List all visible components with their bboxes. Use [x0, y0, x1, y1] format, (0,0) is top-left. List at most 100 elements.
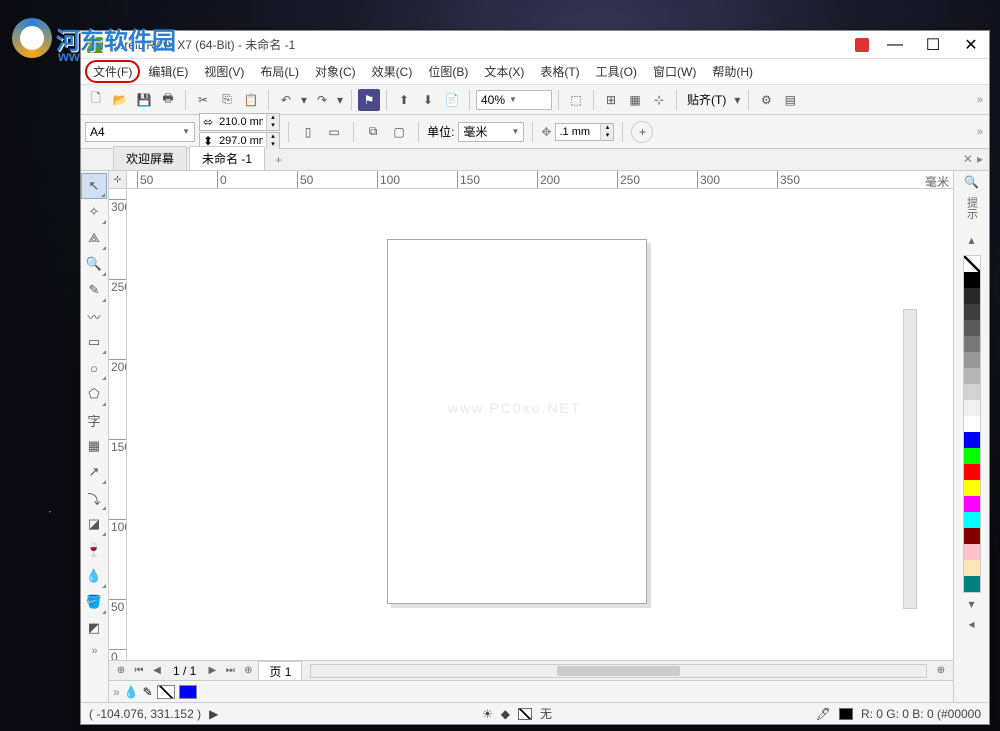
- page-size-combo[interactable]: A4▼: [85, 122, 195, 142]
- tab-document[interactable]: 未命名 -1: [189, 146, 265, 170]
- user-account-icon[interactable]: [855, 38, 869, 52]
- landscape-button[interactable]: ▭: [323, 121, 345, 143]
- copy-button[interactable]: ⎘: [216, 89, 238, 111]
- toolbar-overflow[interactable]: »: [977, 94, 983, 106]
- pick-tool[interactable]: ↖: [81, 173, 107, 199]
- menu-effects[interactable]: 效果(C): [364, 60, 421, 83]
- tab-welcome[interactable]: 欢迎屏幕: [113, 146, 187, 170]
- color-swatch[interactable]: [964, 256, 980, 272]
- ruler-origin[interactable]: ⊹: [109, 171, 127, 189]
- color-swatch[interactable]: [964, 528, 980, 544]
- menu-bitmap[interactable]: 位图(B): [420, 60, 476, 83]
- current-page-button[interactable]: ▢: [388, 121, 410, 143]
- add-page-button[interactable]: ⊕: [113, 663, 129, 679]
- color-swatch[interactable]: [964, 512, 980, 528]
- last-page-button[interactable]: ⏭: [222, 663, 238, 679]
- property-overflow[interactable]: »: [977, 126, 983, 138]
- color-swatch[interactable]: [964, 368, 980, 384]
- drawing-canvas[interactable]: www.PC0xo.NET: [127, 189, 953, 660]
- drop-shadow-tool[interactable]: ◪: [81, 511, 107, 537]
- save-button[interactable]: 💾: [133, 89, 155, 111]
- nudge-input[interactable]: ▴▾: [555, 123, 614, 141]
- undo-button[interactable]: ↶: [275, 89, 297, 111]
- duplicate-distance-button[interactable]: +: [631, 121, 653, 143]
- menu-file[interactable]: 文件(F): [85, 60, 140, 83]
- menu-help[interactable]: 帮助(H): [704, 60, 761, 83]
- pen-icon[interactable]: ✎: [143, 685, 153, 699]
- color-swatch[interactable]: [964, 432, 980, 448]
- print-button[interactable]: 🖶: [157, 89, 179, 111]
- undo-dropdown[interactable]: ▾: [299, 89, 309, 111]
- menu-window[interactable]: 窗口(W): [645, 60, 704, 83]
- paste-button[interactable]: 📋: [240, 89, 262, 111]
- color-swatch[interactable]: [964, 384, 980, 400]
- table-tool[interactable]: ▦: [81, 433, 107, 459]
- color-swatch[interactable]: [964, 464, 980, 480]
- fullscreen-button[interactable]: ⬚: [565, 89, 587, 111]
- close-button[interactable]: ✕: [959, 36, 983, 54]
- palette-flyout-icon[interactable]: ◂: [963, 615, 981, 633]
- fill-none-icon[interactable]: [518, 708, 532, 720]
- color-swatch[interactable]: [964, 288, 980, 304]
- color-swatch[interactable]: [964, 336, 980, 352]
- redo-dropdown[interactable]: ▾: [335, 89, 345, 111]
- menu-edit[interactable]: 编辑(E): [140, 60, 196, 83]
- import-button[interactable]: ⬆: [393, 89, 415, 111]
- horizontal-ruler[interactable]: 50 0 50 100 150 200 250 300 350 毫米: [127, 171, 953, 189]
- color-swatch[interactable]: [964, 480, 980, 496]
- color-swatch[interactable]: [964, 544, 980, 560]
- outline-pen-icon[interactable]: 🖊: [816, 707, 831, 721]
- hints-docker-label[interactable]: 提示: [964, 197, 980, 219]
- options-button[interactable]: ⚙: [755, 89, 777, 111]
- search-content-button[interactable]: ⚑: [358, 89, 380, 111]
- redo-button[interactable]: ↷: [311, 89, 333, 111]
- open-button[interactable]: 📂: [109, 89, 131, 111]
- add-page-after-button[interactable]: ⊕: [240, 663, 256, 679]
- no-fill-swatch[interactable]: [157, 685, 175, 699]
- cut-button[interactable]: ✂: [192, 89, 214, 111]
- prev-page-button[interactable]: ◀: [149, 663, 165, 679]
- show-rulers-button[interactable]: ⊞: [600, 89, 622, 111]
- toolbox-overflow[interactable]: »: [81, 645, 108, 657]
- color-swatch[interactable]: [964, 272, 980, 288]
- zoom-combo[interactable]: 40%▼: [476, 90, 552, 110]
- maximize-button[interactable]: ☐: [921, 36, 945, 54]
- menu-layout[interactable]: 布局(L): [252, 60, 307, 83]
- vertical-scrollbar[interactable]: [903, 309, 917, 609]
- palette-up-icon[interactable]: ▴: [963, 231, 981, 249]
- color-swatch[interactable]: [964, 320, 980, 336]
- eyedropper-tool[interactable]: 💧: [81, 563, 107, 589]
- menu-object[interactable]: 对象(C): [307, 60, 364, 83]
- menu-table[interactable]: 表格(T): [532, 60, 587, 83]
- color-swatch[interactable]: [964, 400, 980, 416]
- color-swatch[interactable]: [964, 352, 980, 368]
- scroll-end-button[interactable]: ⊕: [933, 663, 949, 679]
- tab-close-icon[interactable]: ✕: [963, 152, 973, 166]
- tab-menu-icon[interactable]: ▸: [977, 152, 983, 166]
- menu-tools[interactable]: 工具(O): [588, 60, 645, 83]
- freehand-tool[interactable]: ✎: [81, 277, 107, 303]
- snap-label[interactable]: 贴齐(T): [683, 91, 730, 108]
- menu-view[interactable]: 视图(V): [196, 60, 252, 83]
- connector-tool[interactable]: ⤵: [81, 485, 107, 511]
- snap-dropdown[interactable]: ▾: [732, 89, 742, 111]
- portrait-button[interactable]: ▯: [297, 121, 319, 143]
- export-button[interactable]: ⬇: [417, 89, 439, 111]
- artistic-media-tool[interactable]: 〰: [81, 303, 107, 329]
- shape-tool[interactable]: ✧: [81, 199, 107, 225]
- vertical-ruler[interactable]: 300 250 200 150 100 50 0: [109, 189, 127, 660]
- ellipse-tool[interactable]: ○: [81, 355, 107, 381]
- palette-down-icon[interactable]: ▾: [963, 595, 981, 613]
- zoom-tool[interactable]: 🔍: [81, 251, 107, 277]
- show-grid-button[interactable]: ▦: [624, 89, 646, 111]
- next-page-button[interactable]: ▶: [204, 663, 220, 679]
- docker-expand-icon[interactable]: 🔍: [963, 173, 981, 191]
- color-swatch[interactable]: [964, 576, 980, 592]
- outline-color-swatch[interactable]: [839, 708, 853, 720]
- crop-tool[interactable]: ⟁: [81, 225, 107, 251]
- color-proof-icon[interactable]: ☀: [482, 707, 493, 721]
- color-swatch[interactable]: [964, 560, 980, 576]
- text-tool[interactable]: 字: [81, 407, 107, 433]
- rectangle-tool[interactable]: ▭: [81, 329, 107, 355]
- minimize-button[interactable]: —: [883, 36, 907, 54]
